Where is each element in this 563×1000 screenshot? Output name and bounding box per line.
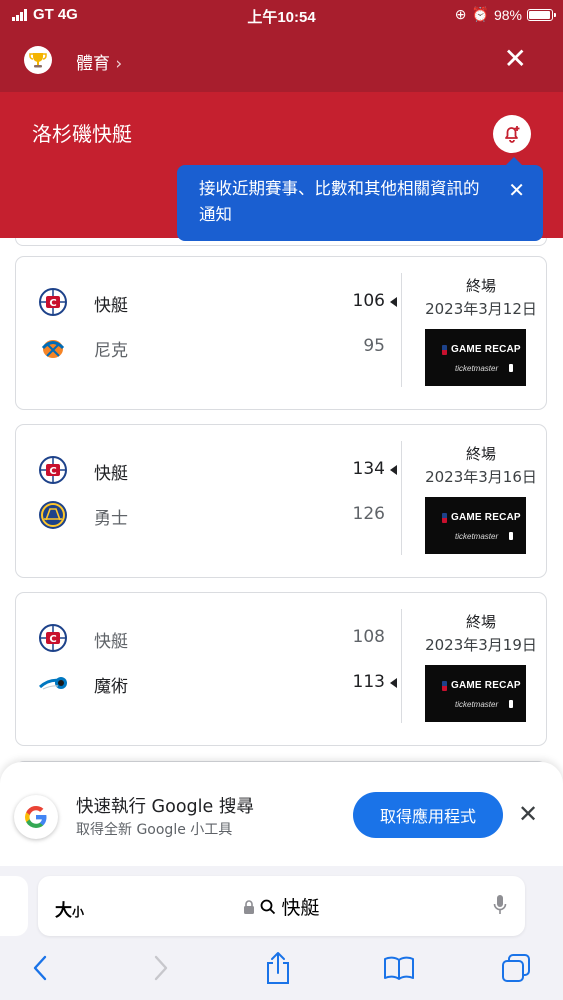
nba-logo-icon: [442, 345, 447, 355]
game-card[interactable]: C 快艇 106 尼克 95 終場 2023年3月12日 GAME RECAP …: [15, 256, 547, 410]
recap-title: GAME RECAP: [451, 680, 521, 691]
sports-bar: 體育 › ✕: [0, 30, 563, 92]
divider: [401, 441, 402, 555]
tabs-icon[interactable]: [496, 948, 536, 988]
team-row: 魔術 113: [16, 668, 401, 698]
phone-icon: [509, 700, 513, 708]
recap-title: GAME RECAP: [451, 512, 521, 523]
game-status: 終場: [465, 277, 496, 295]
back-icon[interactable]: [20, 948, 60, 988]
nba-logo-icon: [442, 513, 447, 523]
bookmarks-icon[interactable]: [379, 948, 419, 988]
home-team-name: 快艇: [94, 632, 128, 652]
recap-title: GAME RECAP: [451, 344, 521, 355]
team-row: 尼克 95: [16, 332, 401, 362]
alarm-icon: ⏰: [471, 6, 489, 22]
phone-icon: [509, 364, 513, 372]
close-icon[interactable]: ✕: [508, 177, 525, 203]
trophy-icon[interactable]: [24, 46, 52, 74]
recap-sponsor: ticketmaster: [455, 700, 499, 709]
battery-percent: 98%: [493, 6, 522, 23]
game-card[interactable]: C 快艇 108 魔術 113 終場 2023年3月19日 GAME RECAP…: [15, 592, 547, 746]
game-date: 2023年3月16日: [425, 468, 537, 486]
recap-sponsor: ticketmaster: [455, 532, 499, 541]
search-icon: [261, 899, 276, 914]
search-query: 快艇: [281, 897, 320, 919]
clippers-logo: C: [39, 456, 67, 484]
game-date: 2023年3月19日: [425, 636, 537, 654]
page-title: 洛杉磯快艇: [32, 122, 132, 146]
away-team-name: 勇士: [94, 509, 128, 529]
bell-plus-icon: [505, 126, 520, 143]
svg-text:C: C: [49, 298, 56, 309]
game-card[interactable]: C 快艇 134 勇士 126 終場 2023年3月16日 GAME RECAP…: [15, 424, 547, 578]
url-display[interactable]: 快艇: [38, 893, 525, 920]
orientation-lock-icon: ⊕: [454, 6, 467, 22]
divider: [401, 273, 402, 387]
promo-title: 快速執行 Google 搜尋: [76, 797, 254, 817]
home-team-score: 134: [352, 459, 385, 479]
forward-icon[interactable]: [141, 948, 181, 988]
divider: [401, 609, 402, 723]
game-recap-thumbnail[interactable]: GAME RECAP ticketmaster: [425, 329, 526, 386]
notification-tooltip: 接收近期賽事、比數和其他相關資訊的通知 ✕: [177, 157, 543, 241]
chevron-right-icon: ›: [115, 54, 123, 74]
away-team-score: 113: [352, 672, 385, 692]
svg-text:C: C: [49, 466, 56, 477]
team-row: C 快艇 134: [16, 455, 401, 485]
clippers-logo: C: [39, 624, 67, 652]
tooltip-text: 接收近期賽事、比數和其他相關資訊的通知: [199, 179, 480, 224]
home-team-name: 快艇: [94, 464, 128, 484]
status-bar: GT 4G 上午10:54 ⊕ ⏰ 98%: [0, 0, 563, 30]
svg-text:C: C: [49, 634, 56, 645]
notify-button[interactable]: [493, 115, 531, 153]
home-team-score: 106: [352, 291, 385, 311]
lock-icon: [244, 899, 255, 914]
microphone-icon[interactable]: [493, 894, 507, 920]
browser-toolbar: [0, 948, 563, 988]
winner-arrow-icon: [390, 297, 397, 307]
magic-logo: [38, 677, 67, 690]
recap-sponsor: ticketmaster: [455, 364, 499, 373]
close-icon[interactable]: ✕: [504, 44, 527, 74]
game-recap-thumbnail[interactable]: GAME RECAP ticketmaster: [425, 497, 526, 554]
away-team-score: 95: [363, 336, 385, 356]
game-date: 2023年3月12日: [425, 300, 537, 318]
game-recap-thumbnail[interactable]: GAME RECAP ticketmaster: [425, 665, 526, 722]
winner-arrow-icon: [390, 678, 397, 688]
clippers-logo: C: [39, 288, 67, 316]
sports-label: 體育: [76, 54, 110, 74]
get-app-button[interactable]: 取得應用程式: [353, 792, 503, 838]
google-app-promo: 快速執行 Google 搜尋 取得全新 Google 小工具 取得應用程式 ✕: [0, 762, 563, 866]
close-icon[interactable]: ✕: [518, 800, 538, 828]
away-team-name: 尼克: [94, 341, 128, 361]
browser-bottom-bar: 大小 快艇: [0, 866, 563, 1000]
team-row: C 快艇 108: [16, 623, 401, 653]
games-list: C 快艇 106 尼克 95 終場 2023年3月12日 GAME RECAP …: [0, 238, 563, 781]
battery-icon: [527, 8, 556, 21]
nba-logo-icon: [442, 681, 447, 691]
previous-tab-preview[interactable]: [0, 876, 28, 936]
team-row: 勇士 126: [16, 500, 401, 530]
winner-arrow-icon: [390, 465, 397, 475]
sports-breadcrumb[interactable]: 體育 ›: [76, 49, 122, 74]
address-bar[interactable]: 大小 快艇: [38, 876, 525, 936]
away-team-score: 126: [352, 504, 385, 524]
knicks-logo: [41, 340, 65, 358]
home-team-name: 快艇: [94, 296, 128, 316]
game-status: 終場: [465, 613, 496, 631]
game-status: 終場: [465, 445, 496, 463]
google-logo-icon: [14, 795, 58, 839]
team-row: C 快艇 106: [16, 287, 401, 317]
home-team-score: 108: [352, 627, 385, 647]
phone-icon: [509, 532, 513, 540]
away-team-name: 魔術: [94, 677, 128, 697]
promo-subtitle: 取得全新 Google 小工具: [76, 822, 233, 838]
warriors-logo: [39, 501, 67, 529]
share-icon[interactable]: [258, 948, 298, 988]
